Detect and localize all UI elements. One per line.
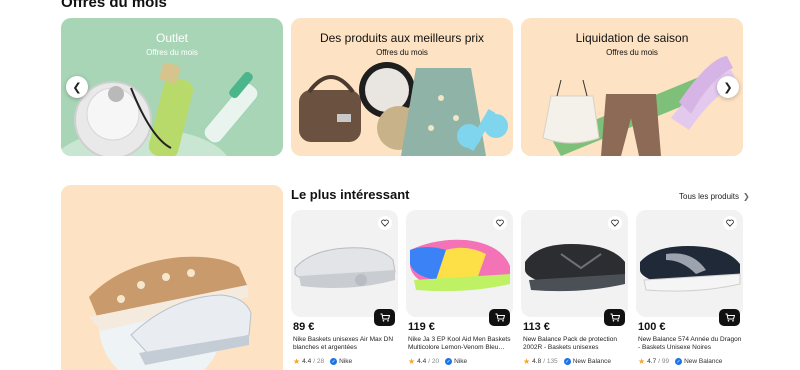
product-meta: ★ 4.7 / 99 ✓ New Balance [638, 357, 722, 366]
promo-title: Outlet [155, 31, 188, 45]
page: Offres du mois Outlet Offres du mois Des… [0, 0, 800, 370]
verified-icon: ✓ [330, 358, 338, 365]
cart-icon [610, 309, 620, 327]
add-to-cart-button[interactable] [719, 309, 740, 326]
product-price: 119 € [408, 321, 435, 333]
cart-icon [495, 309, 505, 327]
promo-card-seasonal-sale[interactable]: Liquidation de saison Offres du mois [521, 18, 743, 156]
see-all-products-link[interactable]: Tous les produits ❯ [679, 192, 750, 201]
chevron-right-icon: ❯ [743, 192, 750, 201]
review-count: / 135 [543, 358, 558, 365]
review-count: / 20 [428, 358, 440, 365]
product-title[interactable]: New Balance Pack de protection 2002R - B… [523, 336, 627, 352]
star-icon: ★ [523, 357, 531, 366]
product-title[interactable]: Nike Ja 3 EP Kool Aid Men Baskets Multic… [408, 336, 512, 352]
product-rating: 4.4 [302, 358, 312, 365]
verified-icon: ✓ [563, 358, 571, 365]
hero-image [89, 256, 252, 370]
star-icon: ★ [408, 357, 416, 366]
product-rating: 4.8 [532, 358, 542, 365]
promo-card-outlet[interactable]: Outlet Offres du mois [61, 18, 283, 156]
promo-title: Liquidation de saison [575, 31, 689, 45]
product-brand[interactable]: New Balance [573, 358, 611, 365]
review-count: / 99 [658, 358, 670, 365]
review-count: / 28 [313, 358, 325, 365]
recommendations-title: Le plus intéressant [291, 187, 410, 202]
section-title: Offres du mois [61, 0, 167, 11]
star-icon: ★ [638, 357, 646, 366]
heart-icon[interactable] [493, 216, 507, 230]
chevron-right-icon: ❯ [723, 81, 733, 94]
verified-icon: ✓ [445, 358, 453, 365]
product-price: 89 € [293, 321, 315, 333]
add-to-cart-button[interactable] [604, 309, 625, 326]
promo-title: Des produits aux meilleurs prix [319, 31, 485, 45]
product-meta: ★ 4.4 / 20 ✓ Nike [408, 357, 467, 366]
carousel-prev-button[interactable]: ❮ [66, 76, 88, 98]
promo-subtitle: Offres du mois [376, 48, 428, 57]
product-card[interactable]: 100 € New Balance 574 Année du Dragon - … [636, 210, 743, 370]
promo-subtitle: Offres du mois [606, 48, 658, 57]
product-rating: 4.7 [647, 358, 657, 365]
product-price: 113 € [523, 321, 550, 333]
product-brand[interactable]: New Balance [684, 358, 722, 365]
product-brand[interactable]: Nike [339, 358, 352, 365]
chevron-left-icon: ❮ [72, 81, 82, 94]
product-image [521, 210, 628, 317]
heart-icon[interactable] [608, 216, 622, 230]
verified-icon: ✓ [675, 358, 683, 365]
add-to-cart-button[interactable] [374, 309, 395, 326]
product-image [291, 210, 398, 317]
product-card[interactable]: 89 € Nike Baskets unisexes Air Max DN bl… [291, 210, 398, 370]
product-image [406, 210, 513, 317]
hero-banner[interactable] [61, 185, 283, 370]
product-title[interactable]: New Balance 574 Année du Dragon - Basket… [638, 336, 742, 352]
product-card[interactable]: 119 € Nike Ja 3 EP Kool Aid Men Baskets … [406, 210, 513, 370]
product-meta: ★ 4.8 / 135 ✓ New Balance [523, 357, 611, 366]
heart-icon[interactable] [378, 216, 392, 230]
see-all-label: Tous les produits [679, 192, 740, 201]
star-icon: ★ [293, 357, 301, 366]
add-to-cart-button[interactable] [489, 309, 510, 326]
promo-subtitle: Offres du mois [146, 48, 198, 57]
product-meta: ★ 4.4 / 28 ✓ Nike [293, 357, 352, 366]
product-image [636, 210, 743, 317]
product-title[interactable]: Nike Baskets unisexes Air Max DN blanche… [293, 336, 397, 352]
product-card[interactable]: 113 € New Balance Pack de protection 200… [521, 210, 628, 370]
heart-icon[interactable] [723, 216, 737, 230]
carousel-next-button[interactable]: ❯ [717, 76, 739, 98]
product-price: 100 € [638, 321, 666, 333]
cart-icon [725, 309, 735, 327]
cart-icon [380, 309, 390, 327]
promo-card-best-prices[interactable]: Des produits aux meilleurs prix Offres d… [291, 18, 513, 156]
product-rating: 4.4 [417, 358, 427, 365]
product-brand[interactable]: Nike [454, 358, 467, 365]
